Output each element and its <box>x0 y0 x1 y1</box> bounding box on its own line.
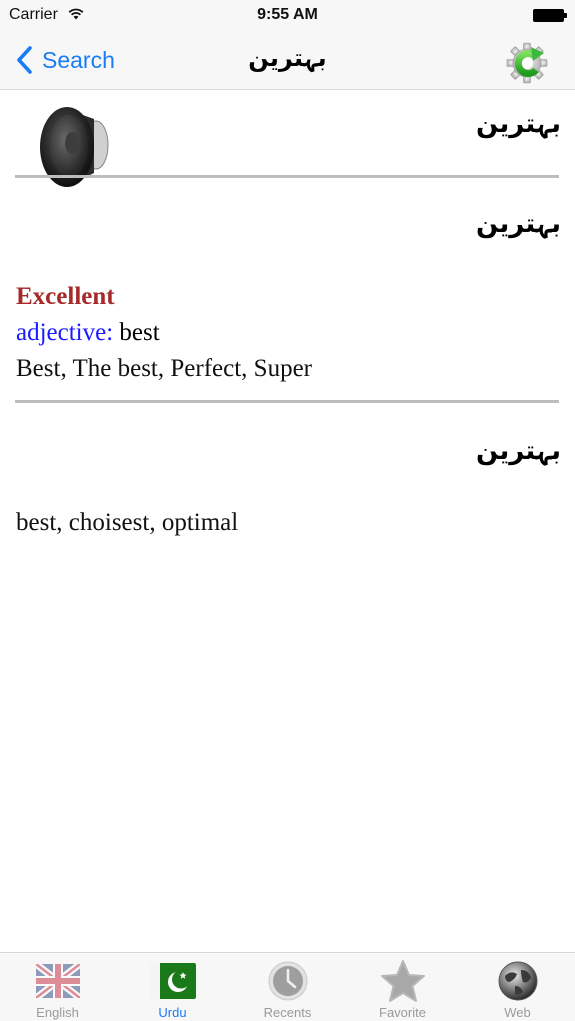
translations: best, choisest, optimal <box>16 509 239 536</box>
status-time: 9:55 AM <box>257 6 318 23</box>
tab-urdu[interactable]: Urdu <box>115 953 230 1021</box>
navigation-bar: Search بہترین <box>0 32 575 90</box>
section-1-urdu: بہترین <box>476 209 561 239</box>
divider <box>15 175 559 178</box>
tab-label: Recents <box>263 1005 312 1020</box>
divider <box>15 400 559 403</box>
battery-icon <box>533 9 567 22</box>
gear-refresh-icon <box>506 42 548 84</box>
tab-label: Web <box>504 1005 531 1020</box>
section-2-urdu: بہترین <box>476 436 561 466</box>
globe-icon <box>495 961 541 1001</box>
uk-flag-icon <box>35 961 81 1001</box>
status-bar: Carrier 9:55 AM <box>0 0 575 32</box>
tab-english[interactable]: English <box>0 953 115 1021</box>
headword-urdu: بہترین <box>476 109 561 139</box>
tab-web[interactable]: Web <box>460 953 575 1021</box>
tab-bar: English Urdu Recents Favorite Web <box>0 952 575 1021</box>
tab-recents[interactable]: Recents <box>230 953 345 1021</box>
page-title: بہترین <box>248 44 327 72</box>
tab-favorite[interactable]: Favorite <box>345 953 460 1021</box>
tab-label: Urdu <box>158 1005 187 1020</box>
part-of-speech-line: adjective: best <box>16 315 160 351</box>
pakistan-flag-icon <box>149 961 196 1001</box>
part-of-speech: adjective: <box>16 319 114 346</box>
english-headword: Excellent <box>16 283 115 310</box>
settings-refresh-button[interactable] <box>505 38 553 84</box>
tab-label: Favorite <box>379 1005 426 1020</box>
tab-label: English <box>36 1005 79 1020</box>
clock-icon <box>265 961 311 1001</box>
star-icon <box>380 960 426 1002</box>
meaning: best <box>113 319 160 346</box>
synonyms: Best, The best, Perfect, Super <box>16 355 312 382</box>
word-header-row: بہترین <box>0 91 575 187</box>
